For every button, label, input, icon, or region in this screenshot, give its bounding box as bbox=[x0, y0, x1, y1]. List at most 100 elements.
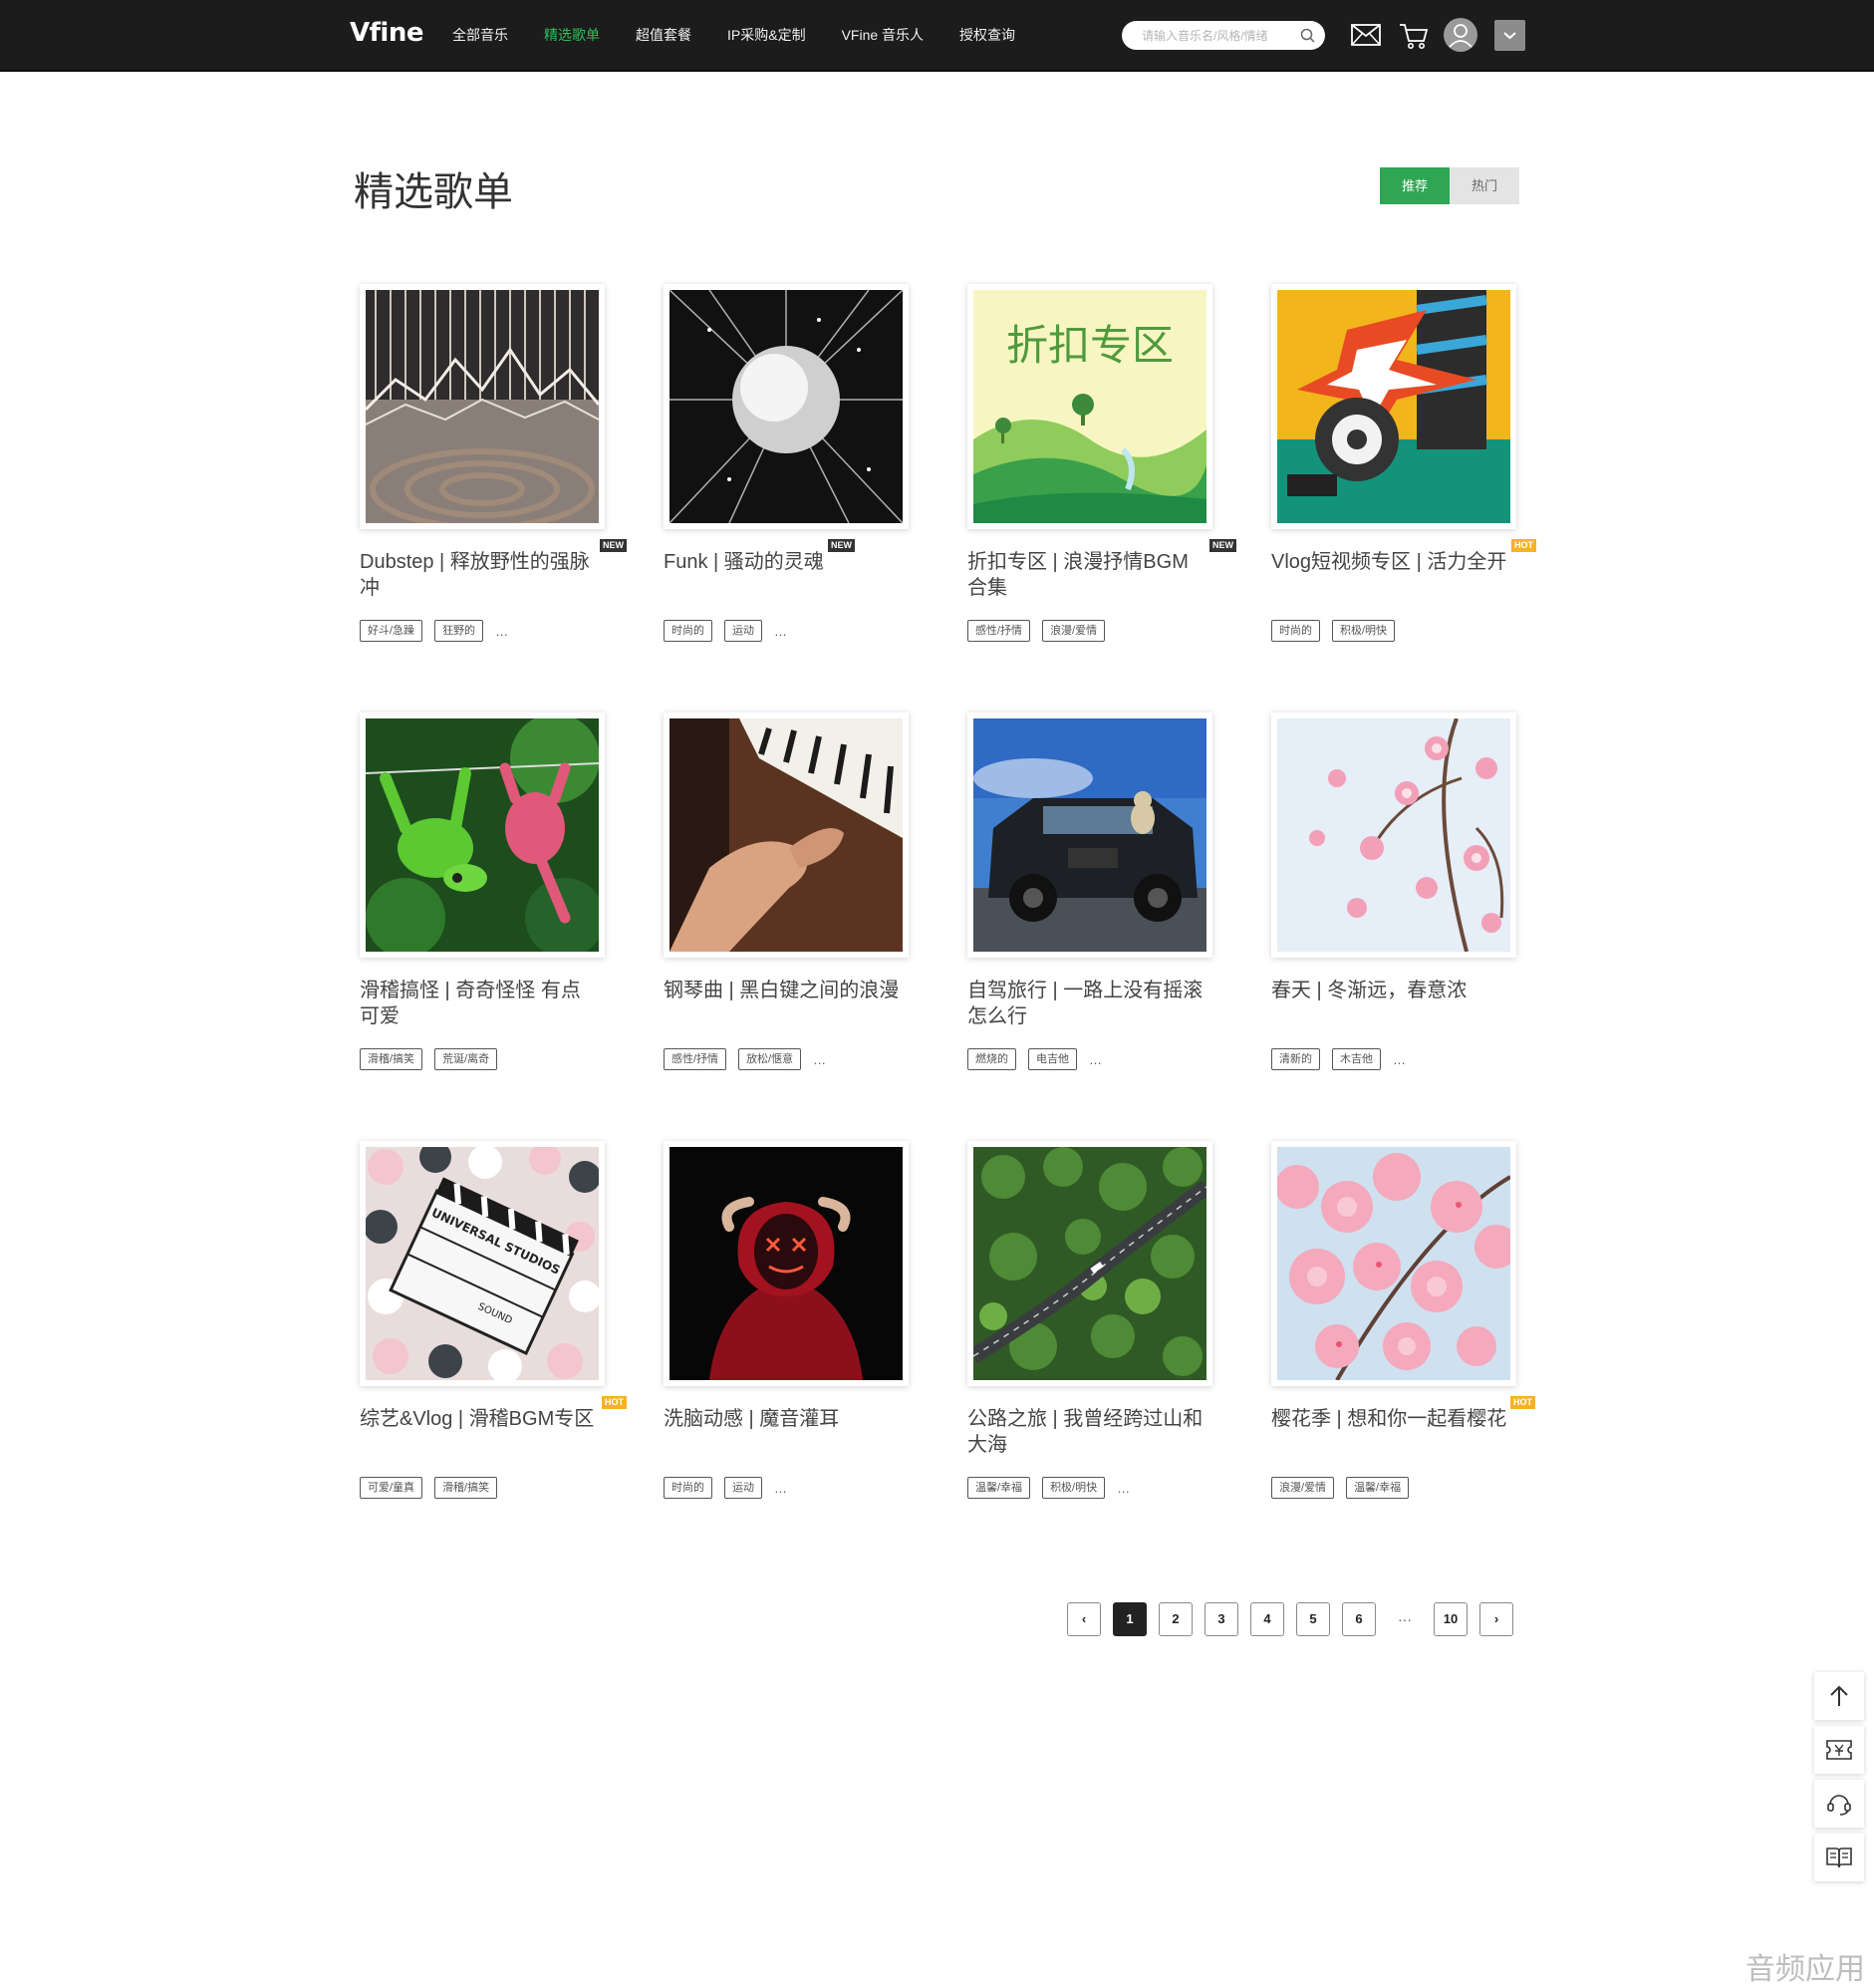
tag[interactable]: 温馨/幸福 bbox=[1346, 1477, 1410, 1499]
tag[interactable]: 积极/明快 bbox=[1332, 620, 1396, 642]
cover-tunnel-art bbox=[366, 290, 599, 523]
more-tags[interactable]: … bbox=[495, 624, 509, 639]
more-tags[interactable]: … bbox=[774, 624, 788, 639]
page-button-3[interactable]: 3 bbox=[1205, 1602, 1238, 1636]
page-button-10[interactable]: 10 bbox=[1434, 1602, 1468, 1636]
user-avatar[interactable] bbox=[1444, 18, 1477, 52]
tag[interactable]: 好斗/急躁 bbox=[360, 620, 423, 642]
more-tags[interactable]: … bbox=[1117, 1481, 1131, 1496]
cover-clapperboard-balls: UNIVERSAL STUDIOS SOUND bbox=[366, 1147, 599, 1380]
tag[interactable]: 时尚的 bbox=[664, 620, 712, 642]
more-tags[interactable]: … bbox=[1393, 1052, 1407, 1067]
nav-license-query[interactable]: 授权查询 bbox=[959, 25, 1015, 45]
tag[interactable]: 积极/明快 bbox=[1042, 1477, 1106, 1499]
playlist-title[interactable]: 钢琴曲 | 黑白键之间的浪漫 bbox=[664, 978, 901, 1003]
cart-icon[interactable] bbox=[1399, 22, 1429, 50]
search-icon[interactable] bbox=[1300, 28, 1315, 43]
tag[interactable]: 木吉他 bbox=[1332, 1048, 1381, 1070]
playlist-title[interactable]: 综艺&Vlog | 滑稽BGM专区 HOT bbox=[360, 1396, 627, 1432]
tag[interactable]: 感性/抒情 bbox=[967, 620, 1031, 642]
tag[interactable]: 放松/惬意 bbox=[738, 1048, 802, 1070]
tag[interactable]: 时尚的 bbox=[1271, 620, 1320, 642]
playlist-cover[interactable] bbox=[664, 1141, 909, 1386]
page-button-2[interactable]: 2 bbox=[1159, 1602, 1193, 1636]
tag-list: 可爱/童真 滑稽/搞笑 bbox=[360, 1477, 509, 1499]
cover-forest-road bbox=[973, 1147, 1206, 1380]
guide-button[interactable] bbox=[1814, 1834, 1864, 1881]
cover-cherry-blossoms bbox=[1277, 1147, 1510, 1380]
tag[interactable]: 清新的 bbox=[1271, 1048, 1320, 1070]
cover-turntable-graffiti bbox=[1277, 290, 1510, 523]
prev-page-button[interactable]: ‹ bbox=[1067, 1602, 1101, 1636]
tag[interactable]: 燃烧的 bbox=[967, 1048, 1016, 1070]
customer-service-button[interactable] bbox=[1814, 1780, 1864, 1828]
playlist-cover[interactable] bbox=[967, 1141, 1212, 1386]
nav-vfine-musicians[interactable]: VFine 音乐人 bbox=[842, 25, 924, 45]
playlist-title[interactable]: Funk | 骚动的灵魂 NEW bbox=[664, 539, 901, 575]
playlist-cover[interactable] bbox=[360, 712, 605, 958]
page-button-4[interactable]: 4 bbox=[1250, 1602, 1284, 1636]
search-input[interactable] bbox=[1122, 21, 1301, 50]
playlist-title[interactable]: 樱花季 | 想和你一起看樱花 HOT bbox=[1271, 1396, 1535, 1432]
playlist-title[interactable]: 春天 | 冬渐远，春意浓 bbox=[1271, 978, 1508, 1003]
back-to-top-button[interactable] bbox=[1814, 1672, 1864, 1720]
next-page-button[interactable]: › bbox=[1479, 1602, 1513, 1636]
cover-masked-figure bbox=[669, 1147, 903, 1380]
tag[interactable]: 狂野的 bbox=[434, 620, 484, 642]
coupon-icon bbox=[1826, 1740, 1852, 1760]
tag[interactable]: 运动 bbox=[724, 620, 762, 642]
tag[interactable]: 滑稽/搞笑 bbox=[434, 1477, 498, 1499]
playlist-cover[interactable] bbox=[360, 284, 605, 529]
nav-featured-playlists[interactable]: 精选歌单 bbox=[544, 25, 600, 45]
tag[interactable]: 温馨/幸福 bbox=[967, 1477, 1031, 1499]
cover-plush-toys bbox=[366, 718, 599, 952]
tab-popular[interactable]: 热门 bbox=[1450, 167, 1519, 204]
playlist-cover[interactable] bbox=[664, 712, 909, 958]
mail-icon[interactable] bbox=[1351, 24, 1381, 46]
nav-ip-custom[interactable]: IP采购&定制 bbox=[727, 25, 806, 45]
page-button-5[interactable]: 5 bbox=[1296, 1602, 1330, 1636]
more-tags[interactable]: … bbox=[1089, 1052, 1103, 1067]
playlist-title[interactable]: 洗脑动感 | 魔音灌耳 bbox=[664, 1406, 901, 1432]
playlist-card: 折扣专区 折扣专区 | 浪漫抒情BGM合集 NEW 感性/抒情 浪漫/爱情 bbox=[967, 284, 1236, 642]
vfine-logo[interactable]: Vfine bbox=[350, 18, 424, 48]
playlist-cover[interactable]: 折扣专区 bbox=[967, 284, 1212, 529]
playlist-title[interactable]: Vlog短视频专区 | 活力全开 HOT bbox=[1271, 539, 1536, 575]
tag[interactable]: 浪漫/爱情 bbox=[1042, 620, 1106, 642]
tag-list: 时尚的 运动 … bbox=[664, 1477, 788, 1499]
playlist-cover[interactable] bbox=[967, 712, 1212, 958]
tag[interactable]: 浪漫/爱情 bbox=[1271, 1477, 1335, 1499]
cover-disco-ball bbox=[669, 290, 903, 523]
tag[interactable]: 滑稽/搞笑 bbox=[360, 1048, 423, 1070]
tag-list: 浪漫/爱情 温馨/幸福 bbox=[1271, 1477, 1421, 1499]
tag[interactable]: 感性/抒情 bbox=[664, 1048, 727, 1070]
playlist-cover[interactable] bbox=[664, 284, 909, 529]
tag[interactable]: 时尚的 bbox=[664, 1477, 712, 1499]
playlist-cover[interactable] bbox=[1271, 712, 1516, 958]
account-dropdown-button[interactable] bbox=[1494, 20, 1525, 51]
tag-list: 感性/抒情 放松/惬意 … bbox=[664, 1048, 827, 1070]
playlist-cover[interactable] bbox=[1271, 284, 1516, 529]
tag[interactable]: 运动 bbox=[724, 1477, 762, 1499]
playlist-title[interactable]: 滑稽搞怪 | 奇奇怪怪 有点可爱 bbox=[360, 978, 597, 1029]
playlist-title[interactable]: 折扣专区 | 浪漫抒情BGM合集 NEW bbox=[967, 539, 1236, 601]
tag[interactable]: 电吉他 bbox=[1028, 1048, 1077, 1070]
tag[interactable]: 荒诞/离奇 bbox=[434, 1048, 498, 1070]
more-tags[interactable]: … bbox=[813, 1052, 827, 1067]
page-button-1[interactable]: 1 bbox=[1113, 1602, 1147, 1636]
playlist-title[interactable]: 自驾旅行 | 一路上没有摇滚怎么行 bbox=[967, 978, 1205, 1029]
playlist-title[interactable]: 公路之旅 | 我曾经跨过山和大海 bbox=[967, 1406, 1205, 1458]
playlist-cover[interactable]: UNIVERSAL STUDIOS SOUND bbox=[360, 1141, 605, 1386]
page-button-6[interactable]: 6 bbox=[1342, 1602, 1376, 1636]
playlist-cover[interactable] bbox=[1271, 1141, 1516, 1386]
tab-recommended[interactable]: 推荐 bbox=[1380, 167, 1450, 204]
more-tags[interactable]: … bbox=[774, 1481, 788, 1496]
playlist-title[interactable]: Dubstep | 释放野性的强脉冲 NEW bbox=[360, 539, 627, 601]
nav-all-music[interactable]: 全部音乐 bbox=[452, 25, 508, 45]
tag-list: 时尚的 运动 … bbox=[664, 620, 788, 642]
coupon-button[interactable] bbox=[1814, 1726, 1864, 1774]
nav-value-packages[interactable]: 超值套餐 bbox=[636, 25, 691, 45]
back-to-top-icon bbox=[1830, 1685, 1848, 1706]
tag[interactable]: 可爱/童真 bbox=[360, 1477, 423, 1499]
hot-badge: HOT bbox=[602, 1396, 627, 1409]
